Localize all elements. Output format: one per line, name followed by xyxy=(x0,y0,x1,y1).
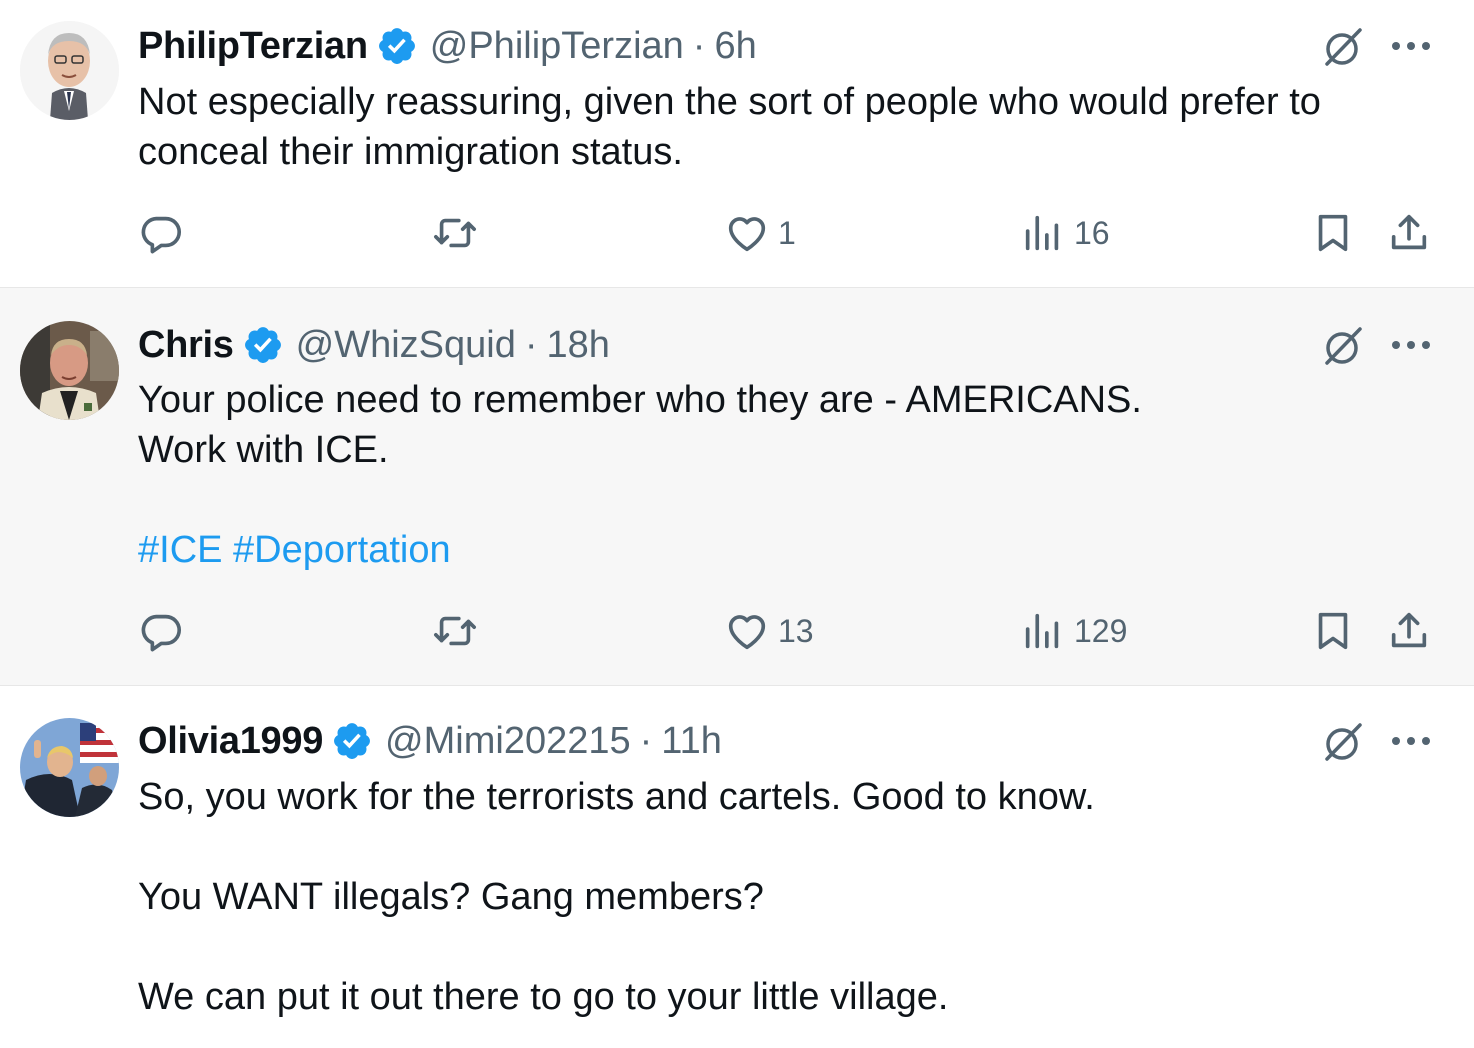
view-count: 129 xyxy=(1074,612,1128,649)
share-button[interactable] xyxy=(1386,205,1432,261)
more-icon[interactable] xyxy=(1390,339,1432,351)
tweet-text-line: Your police need to remember who they ar… xyxy=(138,379,1142,421)
tweet-header: Chris @WhizSquid · 18h xyxy=(138,320,610,370)
handle[interactable]: @PhilipTerzian xyxy=(430,25,684,68)
views-button[interactable]: 16 xyxy=(1020,205,1110,261)
action-bar: 13 129 xyxy=(0,603,1474,659)
bookmark-icon xyxy=(1318,612,1348,650)
display-name[interactable]: PhilipTerzian xyxy=(138,25,368,68)
tweet-text-line: Work with ICE. xyxy=(138,429,389,471)
avatar[interactable] xyxy=(20,321,119,420)
tweet-text-line: conceal their immigration status. xyxy=(138,131,683,173)
timestamp[interactable]: 6h xyxy=(714,25,756,68)
share-icon xyxy=(1391,214,1427,250)
separator: · xyxy=(692,24,706,67)
views-icon xyxy=(1025,215,1059,251)
reply-button[interactable] xyxy=(138,603,184,659)
reply-icon xyxy=(141,614,182,652)
views-button[interactable]: 129 xyxy=(1020,603,1127,659)
share-icon xyxy=(1391,612,1427,648)
separator: · xyxy=(524,323,538,366)
tweet-text-line xyxy=(138,922,1374,972)
hashtags[interactable]: #ICE #Deportation xyxy=(138,525,1374,575)
verified-badge-icon[interactable] xyxy=(242,324,284,366)
timestamp[interactable]: 18h xyxy=(547,324,610,367)
handle[interactable]: @Mimi202215 xyxy=(385,720,631,763)
like-button[interactable]: 13 xyxy=(724,603,814,659)
more-icon[interactable] xyxy=(1390,735,1432,747)
timestamp[interactable]: 11h xyxy=(661,720,722,763)
separator: · xyxy=(639,719,653,762)
bookmark-button[interactable] xyxy=(1310,603,1356,659)
tweet-text-line: So, you work for the terrorists and cart… xyxy=(138,776,1095,818)
tweet-text: So, you work for the terrorists and cart… xyxy=(138,772,1374,1022)
grok-icon[interactable] xyxy=(1320,24,1366,70)
tweet-text-line xyxy=(138,475,1374,525)
tweet-header: PhilipTerzian @PhilipTerzian · 6h xyxy=(138,21,757,71)
reply-icon xyxy=(141,216,182,254)
tweet-text: Your police need to remember who they ar… xyxy=(138,375,1374,575)
more-icon[interactable] xyxy=(1390,40,1432,52)
tweet-header: Olivia1999 @Mimi202215 · 11h xyxy=(138,716,722,766)
display-name[interactable]: Olivia1999 xyxy=(138,720,323,763)
bookmark-icon xyxy=(1318,214,1348,252)
reply-button[interactable] xyxy=(138,205,184,261)
retweet-button[interactable] xyxy=(430,205,480,261)
tweet[interactable]: Chris @WhizSquid · 18h Your police need … xyxy=(0,287,1474,686)
tweet-text-line: You WANT illegals? Gang members? xyxy=(138,876,764,918)
tweet[interactable]: Olivia1999 @Mimi202215 · 11h So, you wor… xyxy=(0,686,1474,1048)
verified-badge-icon[interactable] xyxy=(376,25,418,67)
verified-badge-icon[interactable] xyxy=(331,720,373,762)
tweet-text-line xyxy=(138,822,1374,872)
retweet-icon xyxy=(434,616,476,646)
tweet-text-line: We can put it out there to go to your li… xyxy=(138,976,949,1018)
handle[interactable]: @WhizSquid xyxy=(296,324,516,367)
views-icon xyxy=(1025,613,1059,649)
avatar[interactable] xyxy=(20,718,119,817)
grok-icon[interactable] xyxy=(1320,719,1366,765)
like-count: 13 xyxy=(778,612,814,649)
tweet[interactable]: PhilipTerzian @PhilipTerzian · 6h Not es… xyxy=(0,0,1474,287)
retweet-icon xyxy=(434,218,476,248)
avatar[interactable] xyxy=(20,21,119,120)
tweet-text-line: Not especially reassuring, given the sor… xyxy=(138,81,1321,123)
display-name[interactable]: Chris xyxy=(138,324,234,367)
retweet-button[interactable] xyxy=(430,603,480,659)
bookmark-button[interactable] xyxy=(1310,205,1356,261)
share-button[interactable] xyxy=(1386,603,1432,659)
like-button[interactable]: 1 xyxy=(724,205,796,261)
grok-icon[interactable] xyxy=(1320,323,1366,369)
tweet-text: Not especially reassuring, given the sor… xyxy=(138,77,1374,177)
like-icon xyxy=(728,615,766,650)
view-count: 16 xyxy=(1074,214,1110,251)
like-icon xyxy=(728,217,766,252)
action-bar: 1 16 xyxy=(0,205,1474,261)
like-count: 1 xyxy=(778,214,796,251)
